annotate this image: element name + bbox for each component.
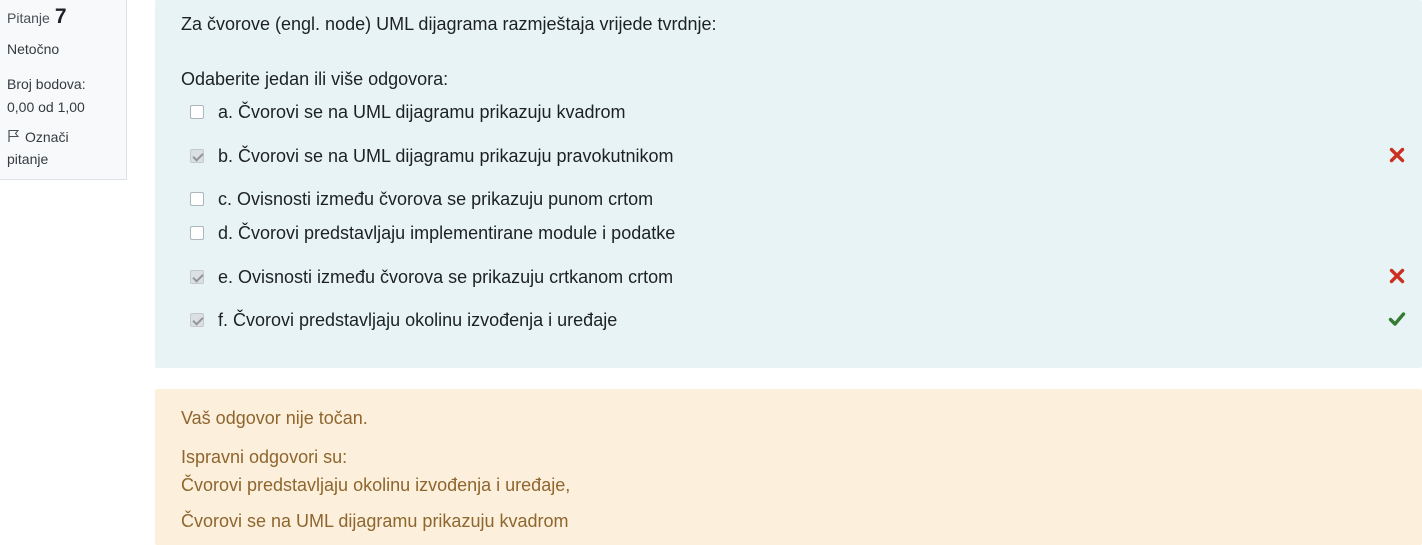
answer-option-f[interactable]: f. Čvorovi predstavljaju okolinu izvođen… (190, 307, 1406, 333)
flag-label-line1: Označi (25, 129, 69, 145)
answer-label: d. Čvorovi predstavljaju implementirane … (218, 223, 676, 243)
grade-value: 0,00 od 1,00 (7, 99, 85, 115)
answer-checkbox[interactable] (190, 313, 204, 327)
question-formulation: Za čvorove (engl. node) UML dijagrama ra… (155, 0, 1422, 368)
incorrect-icon (1389, 268, 1405, 284)
answer-checkbox[interactable] (190, 226, 204, 240)
answer-checkbox[interactable] (190, 192, 204, 206)
incorrect-icon (1389, 147, 1405, 163)
correct-answer-2: Čvorovi se na UML dijagramu prikazuju kv… (181, 511, 569, 531)
answer-option-d[interactable]: d. Čvorovi predstavljaju implementirane … (190, 220, 1406, 246)
answer-feedback: Vaš odgovor nije točan. Ispravni odgovor… (155, 389, 1422, 545)
answer-checkbox[interactable] (190, 270, 204, 284)
correct-answer-1: Čvorovi predstavljaju okolinu izvođenja … (181, 475, 571, 495)
answer-label: b. Čvorovi se na UML dijagramu prikazuju… (218, 146, 674, 166)
answer-option-a[interactable]: a. Čvorovi se na UML dijagramu prikazuju… (190, 99, 1406, 125)
answer-checkbox[interactable] (190, 149, 204, 163)
question-state: Netočno (7, 41, 60, 57)
flag-label-line2: pitanje (7, 151, 49, 167)
answer-checkbox[interactable] (190, 105, 204, 119)
question-label: Pitanje (7, 10, 50, 26)
grade-label: Broj bodova: (7, 76, 86, 92)
feedback-status: Vaš odgovor nije točan. (181, 408, 368, 428)
question-text: Za čvorove (engl. node) UML dijagrama ra… (181, 14, 717, 34)
answer-label: f. Čvorovi predstavljaju okolinu izvođen… (218, 310, 618, 330)
answer-label: c. Ovisnosti između čvorova se prikazuju… (218, 189, 654, 209)
question-number: 7 (54, 5, 67, 28)
answer-label: a. Čvorovi se na UML dijagramu prikazuju… (218, 102, 626, 122)
answer-option-e[interactable]: e. Ovisnosti između čvorova se prikazuju… (190, 264, 1406, 290)
answer-option-c[interactable]: c. Ovisnosti između čvorova se prikazuju… (190, 186, 1406, 212)
flag-question-link[interactable]: Označi pitanje (7, 126, 120, 170)
answer-option-b[interactable]: b. Čvorovi se na UML dijagramu prikazuju… (190, 143, 1406, 169)
correct-icon (1388, 312, 1406, 326)
question-number-line: Pitanje 7 (7, 5, 120, 29)
correct-answers-heading: Ispravni odgovori su: (181, 447, 348, 467)
question-info-panel: Pitanje 7 Netočno Broj bodova: 0,00 od 1… (0, 0, 127, 180)
question-grade: Broj bodova: 0,00 od 1,00 (7, 73, 120, 119)
flag-icon (8, 130, 20, 142)
answer-prompt: Odaberite jedan ili više odgovora: (181, 69, 449, 89)
answer-label: e. Ovisnosti između čvorova se prikazuju… (218, 267, 674, 287)
